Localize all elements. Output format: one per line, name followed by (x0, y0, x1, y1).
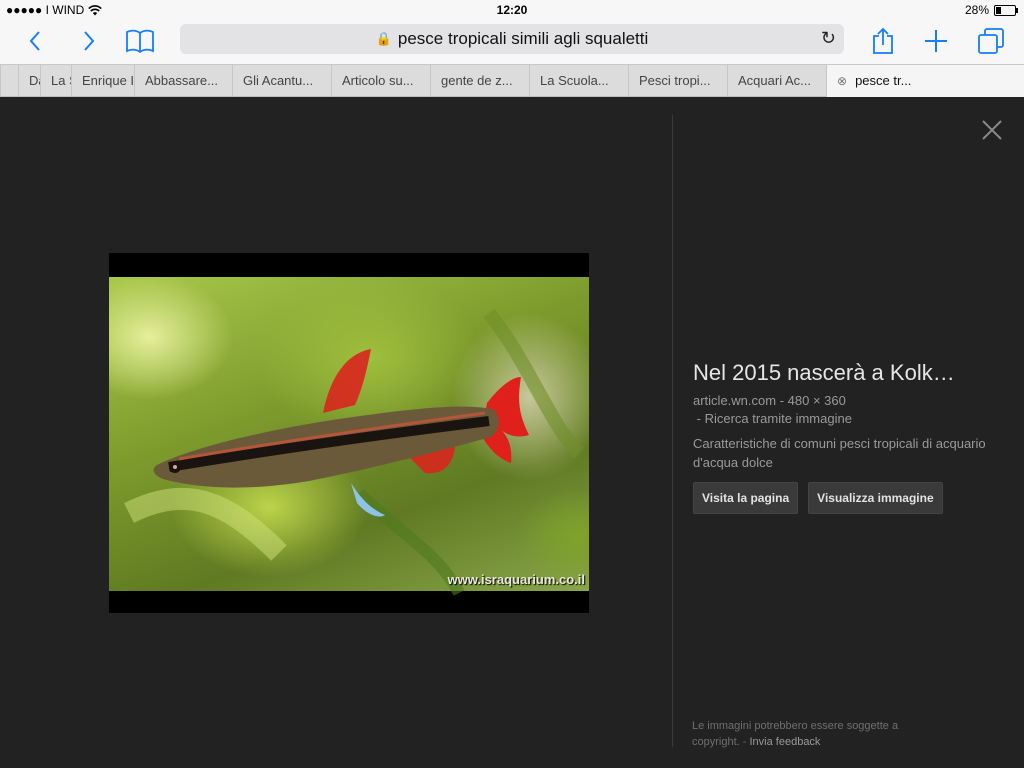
tab-4[interactable]: Abbassare... (134, 65, 232, 97)
tab-label: pesce tr... (855, 73, 912, 88)
search-by-image-link[interactable]: Ricerca tramite immagine (705, 411, 852, 426)
tab-6[interactable]: Articolo su... (331, 65, 430, 97)
tab-label: La Scuola (51, 73, 71, 88)
chevron-left-icon (29, 31, 40, 51)
copyright-footer: Le immagini potrebbero essere soggette a… (692, 718, 932, 750)
tab-label: Gli Acantu... (243, 73, 314, 88)
tab-label: Acquari Ac... (738, 73, 811, 88)
reload-icon[interactable]: ↻ (821, 28, 836, 49)
status-bar: ●●●●● I WIND 12:20 28% (0, 0, 1024, 20)
close-button[interactable] (980, 118, 1004, 142)
new-tab-button[interactable] (922, 26, 950, 56)
book-icon (126, 29, 154, 53)
tab-9[interactable]: Pesci tropi... (628, 65, 727, 97)
result-meta: article.wn.com - 480 × 360 - Ricerca tra… (693, 392, 993, 428)
battery-fill (996, 6, 1002, 14)
image-info-panel: Nel 2015 nascerà a Kolk… article.wn.com … (693, 360, 993, 514)
url-text: pesce tropicali simili agli squaletti (397, 29, 649, 48)
battery-icon (994, 4, 1018, 16)
action-buttons: Visita la pagina Visualizza immagine (693, 482, 993, 514)
browser-toolbar: 🔒 pesce tropicali simili agli squaletti … (0, 20, 1024, 64)
tab-close-icon[interactable]: ⊗ (837, 74, 847, 88)
tab-label: Da (29, 73, 40, 88)
view-image-button[interactable]: Visualizza immagine (808, 482, 943, 514)
share-icon (873, 27, 893, 54)
meta-separator: - (779, 393, 788, 408)
feedback-link[interactable]: Invia feedback (750, 736, 821, 748)
status-time: 12:20 (496, 3, 528, 17)
back-button[interactable] (22, 26, 48, 56)
tab-7[interactable]: gente de z... (430, 65, 529, 97)
tab-10[interactable]: Acquari Ac... (727, 65, 826, 97)
tab-8[interactable]: La Scuola... (529, 65, 628, 97)
plus-icon (925, 30, 947, 52)
tab-label: Abbassare... (145, 73, 218, 88)
visit-page-button[interactable]: Visita la pagina (693, 482, 799, 514)
bookmarks-button[interactable] (124, 26, 156, 56)
chevron-right-icon (84, 31, 95, 51)
meta-separator-2: - (693, 411, 705, 426)
result-title[interactable]: Nel 2015 nascerà a Kolk… (693, 360, 993, 386)
tab-11[interactable]: ⊗ pesce tr... (826, 65, 1024, 97)
footer-separator: - (742, 736, 750, 748)
battery-percent: 28% (964, 3, 989, 17)
lock-icon: 🔒 (375, 31, 392, 46)
share-button[interactable] (870, 26, 896, 56)
result-description: Caratteristiche di comuni pesci tropical… (693, 436, 986, 470)
preview-image[interactable]: www.israquarium.co.il (109, 253, 589, 613)
tab-3[interactable]: Enrique Igl... (71, 65, 134, 97)
show-tabs-button[interactable] (976, 26, 1006, 56)
result-size: 480 × 360 (787, 393, 846, 408)
forward-button[interactable] (76, 26, 102, 56)
panel-divider (672, 115, 673, 747)
tab-1[interactable]: Da (18, 65, 40, 97)
image-watermark: www.israquarium.co.il (447, 572, 586, 587)
tab-label: gente de z... (441, 73, 513, 88)
status-right: 28% (964, 3, 1018, 17)
result-domain: article.wn.com (693, 393, 777, 408)
fish-image (124, 308, 585, 596)
tabs-icon (978, 28, 1004, 54)
address-bar[interactable]: 🔒 pesce tropicali simili agli squaletti … (180, 24, 844, 54)
tab-label: Enrique Igl... (82, 73, 134, 88)
tab-5[interactable]: Gli Acantu... (232, 65, 331, 97)
tab-strip: Da La Scuola Enrique Igl... Abbassare... Gli… (0, 64, 1024, 97)
tab-label: Pesci tropi... (639, 73, 711, 88)
close-icon (982, 120, 1002, 140)
tab-label: Articolo su... (342, 73, 414, 88)
tab-label: La Scuola... (540, 73, 609, 88)
tab-2[interactable]: La Scuola (40, 65, 71, 97)
